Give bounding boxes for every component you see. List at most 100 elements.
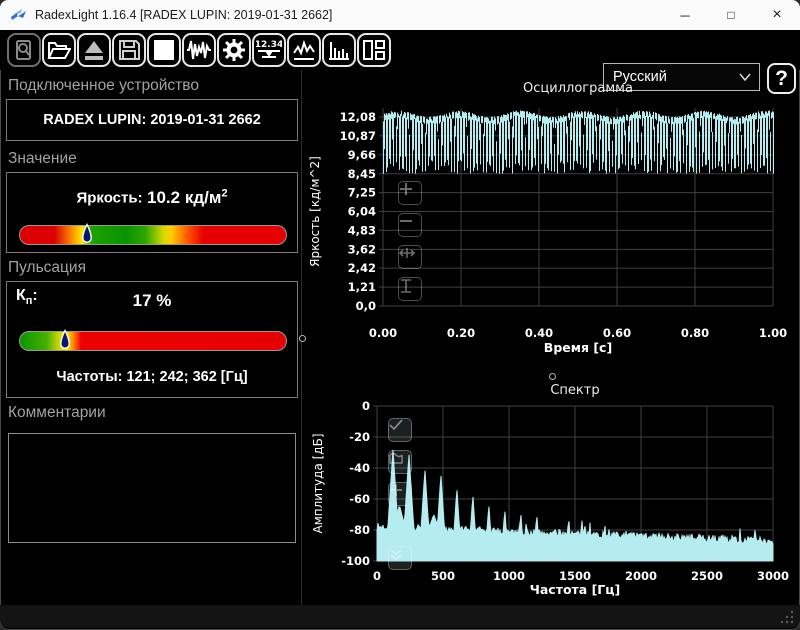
- pan-arrows-icon: [399, 246, 415, 260]
- eject-device-button[interactable]: [77, 33, 111, 67]
- plus-icon: [399, 182, 413, 196]
- spectrum-autoscale-button[interactable]: [388, 418, 412, 442]
- svg-text:1.00: 1.00: [759, 326, 787, 340]
- pulsation-scale-bar: [19, 331, 287, 351]
- brightness-unit-exponent: 2: [221, 187, 227, 199]
- comments-section-header: Комментарии: [8, 404, 106, 422]
- svg-text:9,66: 9,66: [348, 148, 376, 162]
- oscillogram-chart: Осциллограмма 12,08 10,87 9,66 8,45 7,25 6,04 4…: [305, 70, 797, 370]
- status-bar: [0, 605, 800, 628]
- floppy-disk-icon: [118, 39, 140, 61]
- oscillogram-button[interactable]: [182, 33, 216, 67]
- brightness-marker-icon: [81, 223, 93, 247]
- line-chart-icon: [292, 39, 316, 61]
- preview-zoom-button[interactable]: [7, 33, 41, 67]
- svg-text:7,25: 7,25: [348, 186, 376, 200]
- svg-text:12,08: 12,08: [340, 110, 376, 124]
- svg-text:0.60: 0.60: [603, 326, 631, 340]
- svg-text:0.00: 0.00: [369, 326, 397, 340]
- svg-text:0: 0: [362, 399, 370, 413]
- brightness-value: 10.2 кд/м2: [147, 188, 228, 207]
- svg-text:Время [с]: Время [с]: [544, 340, 612, 355]
- svg-text:1000: 1000: [493, 569, 525, 583]
- device-box: RADEX LUPIN: 2019-01-31 2662: [6, 99, 298, 141]
- stop-button[interactable]: [147, 33, 181, 67]
- layout-icon: [362, 39, 386, 61]
- horizontal-splitter-handle[interactable]: [549, 373, 556, 380]
- value-section-header: Значение: [8, 150, 77, 168]
- open-folder-icon: [47, 39, 71, 61]
- svg-text:Осциллограмма: Осциллограмма: [523, 81, 633, 96]
- waveform-icon: [186, 38, 212, 62]
- bar-chart-icon: [327, 39, 351, 61]
- minimize-button[interactable]: ─: [662, 0, 708, 30]
- chart-pan-button[interactable]: [398, 245, 422, 269]
- svg-text:Спектр: Спектр: [550, 383, 599, 398]
- pulsation-section-header: Пульсация: [8, 259, 86, 277]
- check-icon: [389, 419, 403, 431]
- value-display-button[interactable]: 12.34: [252, 33, 286, 67]
- envelope-curve-icon: [389, 451, 403, 465]
- svg-text:-80: -80: [349, 523, 370, 537]
- comments-input[interactable]: [8, 433, 296, 543]
- chart-zoom-in-button[interactable]: [398, 181, 422, 205]
- frequencies-text: Частоты: 121; 242; 362 [Гц]: [7, 369, 297, 385]
- settings-button[interactable]: [217, 33, 251, 67]
- fit-vertical-icon: [399, 278, 413, 294]
- svg-text:Частота [Гц]: Частота [Гц]: [530, 582, 620, 597]
- svg-text:10,87: 10,87: [340, 129, 376, 143]
- open-file-button[interactable]: [42, 33, 76, 67]
- gear-icon: [222, 38, 246, 62]
- window-title: RadexLight 1.16.4 [RADEX LUPIN: 2019-01-…: [35, 8, 332, 22]
- brightness-label: Яркость:: [76, 190, 142, 207]
- pulsation-box: Кп: 17 % Частоты: 121; 242; 362 [Гц]: [6, 281, 298, 398]
- svg-text:8,45: 8,45: [348, 167, 376, 181]
- spectrum-envelope-button[interactable]: [388, 450, 412, 474]
- chart-fit-vertical-button[interactable]: [398, 277, 422, 301]
- titlebar: RadexLight 1.16.4 [RADEX LUPIN: 2019-01-…: [0, 0, 800, 30]
- spectrum-zoom-in-button[interactable]: [388, 482, 412, 506]
- resize-grip[interactable]: [780, 610, 794, 624]
- svg-text:1,21: 1,21: [348, 280, 376, 294]
- svg-text:Яркость [кд/м^2]: Яркость [кд/м^2]: [308, 156, 322, 267]
- spectrum-collapse-button[interactable]: [388, 546, 412, 570]
- svg-text:-100: -100: [341, 554, 370, 568]
- double-arrow-down-icon: [389, 547, 403, 561]
- chart-zoom-out-button[interactable]: [398, 213, 422, 237]
- maximize-button[interactable]: □: [708, 0, 754, 30]
- digital-value-icon: 12.34: [256, 38, 282, 62]
- eject-icon: [83, 39, 105, 61]
- toolbar: 12.34: [0, 30, 800, 70]
- svg-text:6,04: 6,04: [348, 205, 376, 219]
- plus-icon: [389, 483, 403, 497]
- svg-text:1500: 1500: [559, 569, 591, 583]
- minus-icon: [399, 214, 413, 228]
- close-button[interactable]: ×: [754, 0, 800, 30]
- app-window: RadexLight 1.16.4 [RADEX LUPIN: 2019-01-…: [0, 0, 800, 630]
- device-name: RADEX LUPIN: 2019-01-31 2662: [7, 112, 297, 128]
- svg-text:3,62: 3,62: [348, 242, 376, 256]
- spectrum-chart: Спектр0-20-40-60-80-10005001000150020002…: [305, 380, 797, 605]
- spectrum-view-button[interactable]: [322, 33, 356, 67]
- svg-text:2500: 2500: [691, 569, 723, 583]
- svg-text:3000: 3000: [757, 569, 789, 583]
- svg-text:0.20: 0.20: [447, 326, 475, 340]
- value-box: Яркость: 10.2 кд/м2: [6, 172, 298, 253]
- svg-text:0.80: 0.80: [681, 326, 709, 340]
- svg-text:12.34: 12.34: [256, 40, 282, 50]
- line-chart-view-button[interactable]: [287, 33, 321, 67]
- svg-text:Амплитуда [дБ]: Амплитуда [дБ]: [311, 433, 325, 533]
- svg-text:4,83: 4,83: [348, 223, 376, 237]
- brightness-scale-bar: [19, 225, 287, 245]
- svg-text:0: 0: [373, 569, 381, 583]
- kp-value: 17 %: [7, 291, 297, 311]
- save-button[interactable]: [112, 33, 146, 67]
- svg-text:2000: 2000: [625, 569, 657, 583]
- svg-text:0,0: 0,0: [356, 299, 376, 313]
- svg-text:0.40: 0.40: [525, 326, 553, 340]
- layout-panels-button[interactable]: [357, 33, 391, 67]
- stop-square-icon: [153, 39, 175, 61]
- magnifier-document-icon: [13, 39, 35, 61]
- brightness-value-line: Яркость: 10.2 кд/м2: [7, 187, 297, 208]
- svg-text:2,42: 2,42: [348, 261, 376, 275]
